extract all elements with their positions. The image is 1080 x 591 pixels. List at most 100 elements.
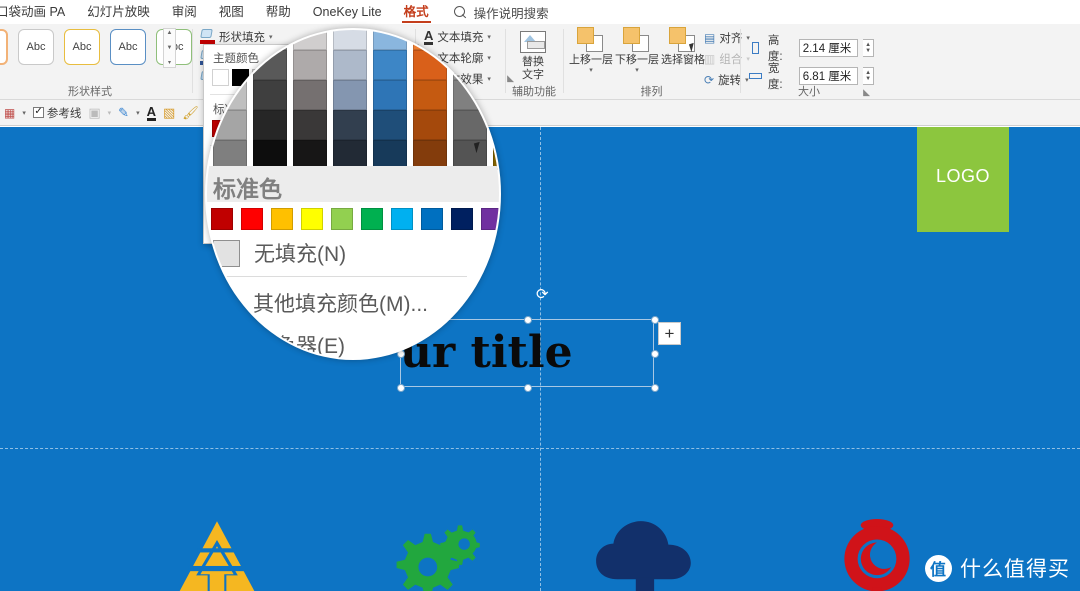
logo-placeholder[interactable]: LOGO: [917, 127, 1009, 232]
gallery-scroll-buttons[interactable]: ▲ ▼ ▾: [163, 28, 176, 68]
color-swatch[interactable]: [333, 50, 367, 80]
color-swatch[interactable]: [481, 208, 499, 230]
alt-text-label-line1: 替换: [522, 56, 544, 68]
grid-icon[interactable]: ▦: [4, 106, 15, 120]
theme-color-column[interactable]: [333, 30, 367, 170]
color-swatch[interactable]: [293, 30, 327, 50]
color-swatch[interactable]: [253, 110, 287, 140]
menu-tab-pocket-animation[interactable]: 口袋动画 PA: [0, 0, 76, 24]
color-swatch[interactable]: [373, 50, 407, 80]
color-swatch[interactable]: [211, 208, 233, 230]
gallery-scroll-up-icon[interactable]: ▲: [167, 30, 173, 36]
chevron-down-icon[interactable]: ▾: [589, 67, 593, 75]
resize-handle-tc[interactable]: [524, 316, 532, 324]
color-swatch[interactable]: [253, 50, 287, 80]
menu-tab-view[interactable]: 视图: [208, 0, 255, 24]
resize-handle-bl[interactable]: [397, 384, 405, 392]
theme-color-column[interactable]: [413, 30, 447, 170]
align-image-icon[interactable]: ▧: [163, 105, 175, 121]
color-swatch[interactable]: [333, 110, 367, 140]
color-swatch[interactable]: [271, 208, 293, 230]
color-swatch[interactable]: [333, 80, 367, 110]
shape-style-chip[interactable]: Abc: [64, 29, 100, 65]
gallery-more-icon[interactable]: ▾: [168, 59, 171, 66]
color-swatch[interactable]: [253, 80, 287, 110]
color-swatch[interactable]: [333, 30, 367, 50]
gears-icon: [353, 512, 513, 591]
color-swatch[interactable]: [451, 208, 473, 230]
color-swatch[interactable]: [361, 208, 383, 230]
chevron-down-icon[interactable]: ▾: [136, 109, 140, 117]
bring-forward-button[interactable]: 上移一层 ▾: [566, 26, 616, 75]
color-swatch[interactable]: [421, 208, 443, 230]
text-color-icon[interactable]: A: [146, 105, 156, 121]
chevron-down-icon[interactable]: ▾: [22, 109, 26, 117]
color-swatch[interactable]: [453, 110, 487, 140]
color-swatch[interactable]: [413, 80, 447, 110]
height-input[interactable]: 2.14 厘米: [798, 39, 859, 57]
menu-tab-review[interactable]: 审阅: [161, 0, 208, 24]
shape-style-chip[interactable]: Abc: [0, 29, 8, 65]
color-swatch[interactable]: [413, 30, 447, 50]
color-swatch[interactable]: [453, 80, 487, 110]
menu-tab-onekey-lite[interactable]: OneKey Lite: [302, 0, 393, 24]
alt-text-button[interactable]: 替换 文字: [510, 28, 556, 81]
color-swatch[interactable]: [213, 50, 247, 80]
send-backward-button[interactable]: 下移一层 ▾: [612, 26, 662, 75]
color-swatch[interactable]: [301, 208, 323, 230]
color-swatch[interactable]: [293, 80, 327, 110]
rotate-handle-icon[interactable]: ⟳: [536, 287, 551, 302]
color-swatch[interactable]: [213, 80, 247, 110]
lens-more-fill-colors-menu-item[interactable]: 其他填充颜色(M)...: [213, 288, 428, 318]
color-swatch[interactable]: [373, 110, 407, 140]
color-swatch[interactable]: [213, 30, 247, 50]
tell-me-label: 操作说明搜索: [473, 6, 549, 21]
resize-handle-br[interactable]: [651, 384, 659, 392]
tell-me-search[interactable]: 操作说明搜索: [453, 3, 549, 22]
add-element-button[interactable]: +: [658, 322, 681, 345]
lens-no-fill-menu-item[interactable]: 无填充(N): [213, 238, 346, 268]
group-label-arrange: 排列: [640, 86, 663, 98]
lens-eyedropper-menu-item[interactable]: 取色器(E): [213, 330, 345, 358]
color-swatch[interactable]: [293, 50, 327, 80]
gallery-scroll-down-icon[interactable]: ▼: [167, 45, 173, 51]
height-stepper[interactable]: ▲ ▼: [863, 39, 874, 57]
color-swatch[interactable]: [391, 208, 413, 230]
pen-edit-icon[interactable]: ✎: [118, 105, 129, 121]
theme-color-column[interactable]: [213, 30, 247, 170]
color-swatch[interactable]: [373, 30, 407, 50]
guides-toggle[interactable]: 参考线: [32, 105, 81, 121]
color-swatch[interactable]: [241, 208, 263, 230]
color-swatch[interactable]: [453, 50, 487, 80]
color-swatch[interactable]: [453, 30, 487, 50]
theme-color-column[interactable]: [293, 30, 327, 170]
no-fill-swatch-icon: [213, 239, 240, 267]
color-swatch[interactable]: [413, 110, 447, 140]
resize-handle-bc[interactable]: [524, 384, 532, 392]
theme-color-column[interactable]: [253, 30, 287, 170]
chevron-down-icon[interactable]: ▾: [635, 67, 639, 75]
selection-pane-button[interactable]: 选择窗格: [658, 26, 708, 67]
align-button[interactable]: ▤ 对齐 ▾: [704, 28, 750, 47]
color-swatch[interactable]: [253, 30, 287, 50]
shape-style-chip[interactable]: Abc: [110, 29, 146, 65]
selection-pane-label: 选择窗格: [661, 54, 705, 66]
guides-checkbox[interactable]: [32, 106, 44, 118]
color-swatch[interactable]: [331, 208, 353, 230]
lens-standard-colors-grid[interactable]: [211, 208, 499, 230]
color-swatch[interactable]: [293, 110, 327, 140]
menu-tab-help[interactable]: 帮助: [255, 0, 302, 24]
format-painter-icon[interactable]: 🖌: [182, 105, 199, 121]
theme-color-column[interactable]: [373, 30, 407, 170]
color-swatch[interactable]: [413, 50, 447, 80]
menu-tab-slideshow[interactable]: 幻灯片放映: [76, 0, 161, 24]
shape-style-chip[interactable]: Abc: [18, 29, 54, 65]
slide-canvas[interactable]: LOGO ur title ⟳ + 值 什么值得买: [0, 127, 1080, 591]
feature-item-3: 标题三: [567, 512, 727, 591]
lens-theme-colors-grid[interactable]: [213, 30, 499, 170]
color-swatch[interactable]: [373, 80, 407, 110]
color-swatch[interactable]: [213, 110, 247, 140]
resize-handle-mr[interactable]: [651, 350, 659, 358]
menu-tab-format[interactable]: 格式: [393, 0, 440, 24]
size-dialog-launcher[interactable]: ◣: [863, 87, 870, 98]
